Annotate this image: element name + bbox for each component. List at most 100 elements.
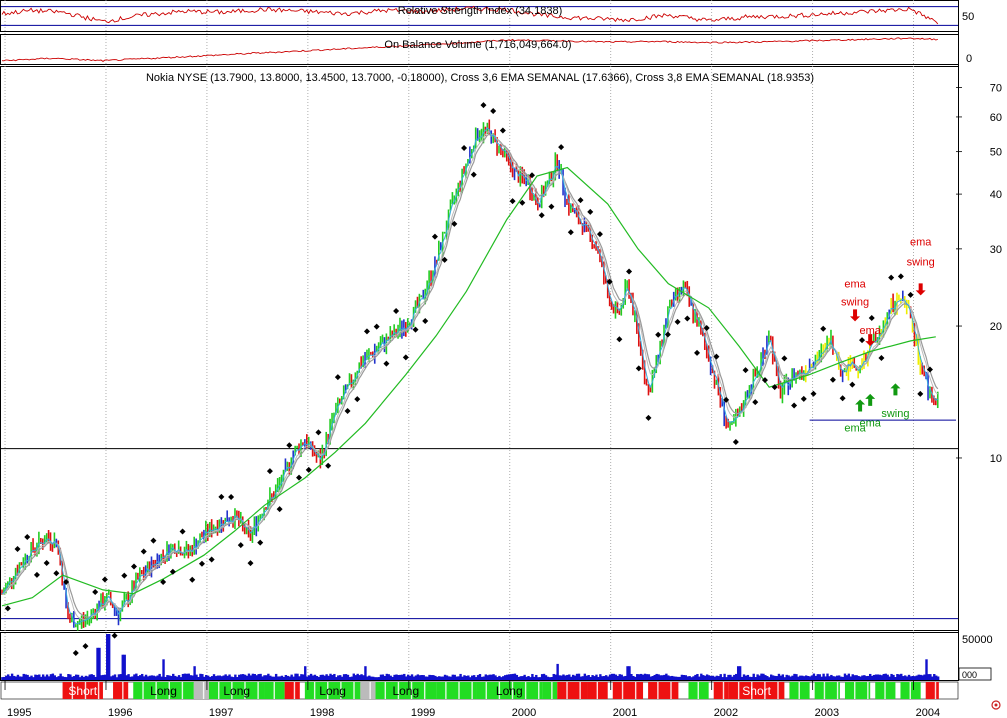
swing-dot	[470, 171, 477, 178]
swing-dot	[674, 318, 681, 325]
x-tick-label-2002: 2002	[714, 707, 738, 718]
rsi-axis-label: 50	[962, 11, 974, 23]
swing-dot	[111, 632, 118, 639]
swing-dot	[4, 605, 11, 612]
swing-dot	[150, 537, 157, 544]
annotation-label-ema: ema	[859, 417, 881, 429]
arrow-down-icon	[850, 309, 861, 322]
swing-dot	[626, 268, 633, 275]
arrow-up-icon	[865, 393, 876, 406]
signal-separator	[485, 682, 487, 699]
swing-dot	[92, 589, 99, 596]
x-tick-label-1997: 1997	[209, 707, 233, 718]
price-panel	[0, 66, 959, 631]
obv-title: On Balance Volume (1,716,049,664.0)	[384, 39, 571, 51]
annotation-label-swing: swing	[841, 296, 869, 308]
swing-dot	[286, 442, 293, 449]
swing-dot	[218, 493, 225, 500]
signal-separator	[445, 682, 447, 699]
price-title: Nokia NYSE (13.7900, 13.8000, 13.4500, 1…	[146, 72, 814, 84]
swing-dot	[334, 374, 341, 381]
swing-dot	[461, 145, 468, 152]
swing-dot	[354, 396, 361, 403]
price-y-axis: 70 60 50 40 30 20 10	[956, 83, 1002, 465]
signal-separator	[142, 682, 144, 699]
swing-dot	[587, 208, 594, 215]
swing-dot	[237, 542, 244, 549]
swing-dot	[228, 493, 235, 500]
signal-segment-long	[844, 682, 871, 699]
signal-label-long: Long	[496, 684, 523, 698]
swing-dot	[907, 291, 914, 298]
signal-separator	[579, 682, 581, 699]
swing-dot	[917, 390, 924, 397]
arrow-up-icon	[855, 399, 866, 412]
swing-dot	[664, 331, 671, 338]
annotation-label-ema: ema	[844, 278, 866, 290]
volume-axis-label: 50000	[962, 634, 993, 646]
y-tick-label-20: 20	[990, 321, 1002, 333]
signal-separator	[854, 682, 856, 699]
signal-separator	[596, 682, 599, 699]
ema-lines	[1, 127, 939, 625]
signal-separator	[122, 682, 124, 699]
swing-dot	[315, 429, 322, 436]
swing-dot	[635, 365, 642, 372]
ema-long-line	[1, 166, 936, 607]
swing-dot	[325, 462, 332, 469]
swing-dot	[422, 318, 429, 325]
obv-axis-label: 0	[966, 53, 972, 65]
swing-dot	[868, 314, 875, 321]
signal-separator	[934, 682, 937, 699]
x-tick-label-1996: 1996	[108, 707, 132, 718]
swing-dot	[276, 506, 283, 513]
volume-bar	[98, 647, 101, 680]
signal-label-long: Long	[150, 684, 177, 698]
swing-dot	[655, 331, 662, 338]
swing-dot	[742, 367, 749, 374]
signal-separator	[697, 682, 699, 699]
volume-bar	[936, 676, 940, 680]
swing-dot	[373, 323, 380, 330]
swing-dot	[24, 534, 31, 541]
signal-separator	[423, 682, 426, 699]
swing-dot	[752, 399, 759, 406]
swing-dot	[791, 402, 798, 409]
swing-dot	[888, 274, 895, 281]
signal-segment-long	[542, 682, 558, 699]
swing-dot	[43, 560, 50, 567]
annotation-label-swing: swing	[881, 408, 909, 420]
swing-dot	[208, 556, 215, 563]
signal-separator	[836, 682, 839, 699]
x-tick-label-2003: 2003	[815, 707, 839, 718]
signal-separator	[823, 682, 826, 699]
swing-dot	[567, 229, 574, 236]
signal-segment-short	[925, 682, 939, 699]
signal-segment-short	[557, 682, 588, 699]
swing-dot	[383, 360, 390, 367]
swing-dot	[266, 468, 273, 475]
signal-separator	[273, 682, 275, 699]
x-tick-label-1998: 1998	[310, 707, 334, 718]
signal-label-long: Long	[392, 684, 419, 698]
y-tick-label-30: 30	[990, 244, 1002, 256]
signal-separator	[867, 682, 869, 699]
signal-segment-long	[436, 682, 477, 699]
swing-dot	[694, 349, 701, 356]
swing-dot	[548, 203, 555, 210]
arrow-down-icon	[915, 283, 926, 296]
signal-separator	[293, 682, 296, 699]
gear-icon[interactable]	[991, 700, 1001, 710]
swing-dot	[897, 273, 904, 280]
x-tick-label-1999: 1999	[411, 707, 435, 718]
volume-bar	[107, 634, 111, 680]
volume-bar	[162, 659, 165, 680]
signal-segment-neutral	[360, 682, 376, 699]
volume-bars	[1, 634, 940, 680]
x-tick-label-2000: 2000	[512, 707, 536, 718]
swing-dot	[402, 354, 409, 361]
signal-segment-short	[612, 682, 644, 699]
rsi-title: Relative Strength Index (34.1838)	[398, 5, 563, 17]
x-tick-label-1995: 1995	[7, 707, 31, 718]
signal-separator	[458, 682, 460, 699]
